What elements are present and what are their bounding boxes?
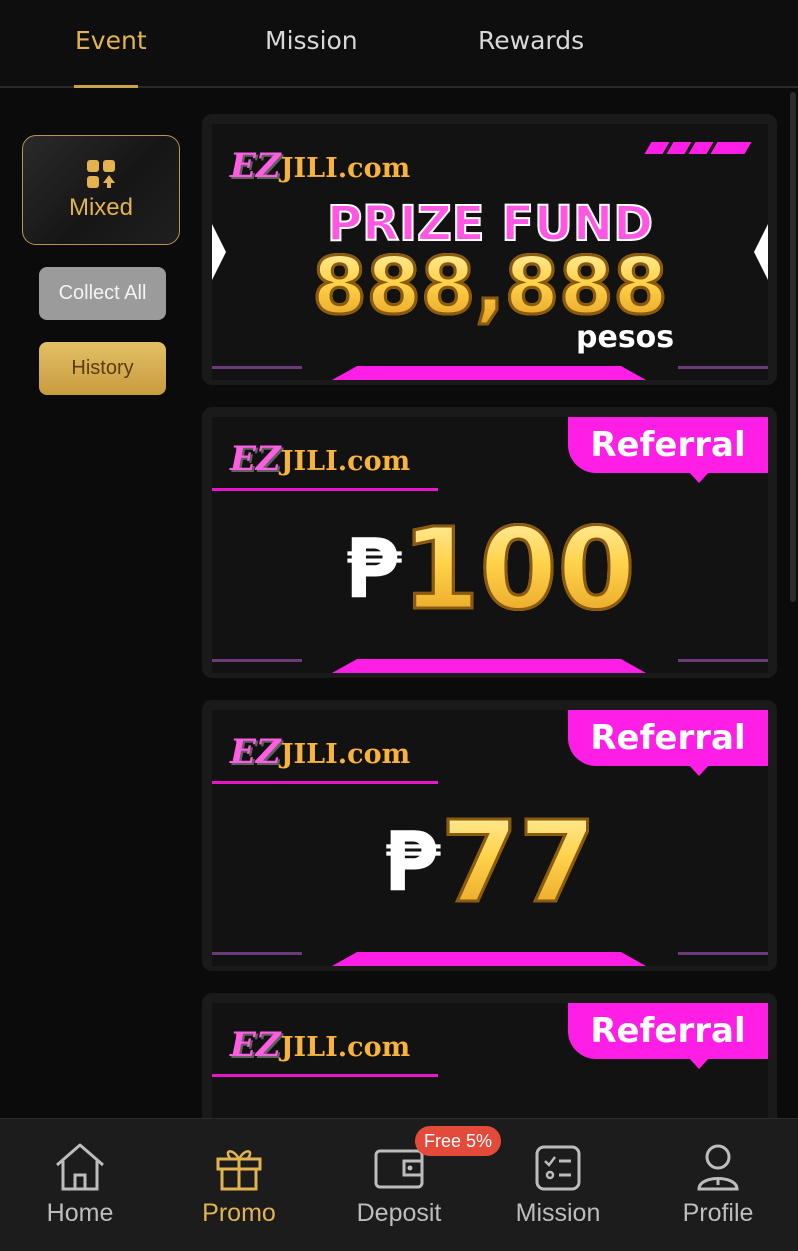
tab-rewards[interactable]: Rewards [478, 26, 584, 55]
nav-promo[interactable]: Promo [169, 1141, 309, 1228]
nav-mission-label: Mission [515, 1199, 601, 1227]
banner-bottom-bar [212, 364, 768, 380]
nav-profile-label: Profile [682, 1199, 754, 1227]
nav-home[interactable]: Home [10, 1141, 150, 1228]
peso-sign: ₱ [383, 815, 441, 911]
top-tab-bar: Event Mission Rewards [0, 0, 798, 88]
gift-icon [216, 1150, 262, 1191]
deposit-promo-badge: Free 5% [415, 1126, 501, 1156]
cards-suits-icon [87, 160, 115, 188]
nav-mission[interactable]: Mission [488, 1141, 628, 1228]
user-icon [697, 1144, 739, 1191]
banner-bottom-bar [212, 950, 768, 966]
prize-fund-amount: 888,888 [212, 241, 768, 334]
ezjili-logo: EZJILI.com [230, 146, 411, 186]
tab-event[interactable]: Event [75, 26, 147, 55]
ezjili-logo: EZJILI.com [230, 439, 411, 479]
tab-mission[interactable]: Mission [265, 26, 358, 55]
ezjili-logo: EZJILI.com [230, 1025, 411, 1065]
amount-value: 100 [400, 504, 637, 637]
ezjili-logo: EZJILI.com [230, 732, 411, 772]
promo-banner: EZJILI.com Referral ₱100 [212, 417, 768, 673]
collect-all-button[interactable]: Collect All [39, 267, 166, 320]
promo-banner: EZJILI.com PRIZE FUND 888,888 pesos [212, 124, 768, 380]
referral-amount: ₱100 [212, 504, 768, 637]
bottom-navigation: Home Promo Deposit Mission Profile [0, 1118, 798, 1251]
logo-underline [212, 781, 438, 784]
referral-amount: ₱77 [212, 797, 768, 930]
promo-banner: EZJILI.com Referral ₱77 [212, 710, 768, 966]
nav-profile[interactable]: Profile [648, 1141, 788, 1228]
scrollbar[interactable] [790, 92, 796, 602]
promo-card-prize-fund[interactable]: EZJILI.com PRIZE FUND 888,888 pesos [202, 114, 777, 385]
checklist-icon [535, 1145, 581, 1191]
promo-card-referral-100[interactable]: EZJILI.com Referral ₱100 [202, 407, 777, 678]
banner-bottom-bar [212, 657, 768, 673]
amount-value: 77 [439, 797, 598, 930]
history-button[interactable]: History [39, 342, 166, 395]
referral-badge: Referral [568, 1003, 768, 1059]
nav-deposit-label: Deposit [356, 1199, 442, 1227]
mixed-filter-label: Mixed [68, 194, 134, 221]
home-icon [56, 1143, 104, 1191]
referral-badge: Referral [568, 417, 768, 473]
referral-badge: Referral [568, 710, 768, 766]
logo-underline [212, 1074, 438, 1077]
prize-fund-unit: pesos [576, 320, 675, 355]
logo-underline [212, 488, 438, 491]
nav-promo-label: Promo [202, 1199, 276, 1227]
peso-sign: ₱ [344, 522, 402, 618]
promo-card-referral-77[interactable]: EZJILI.com Referral ₱77 [202, 700, 777, 971]
active-tab-indicator [74, 85, 138, 88]
decorative-stripes [644, 142, 752, 154]
mixed-filter-button[interactable]: Mixed [22, 135, 180, 245]
nav-home-label: Home [46, 1199, 114, 1227]
